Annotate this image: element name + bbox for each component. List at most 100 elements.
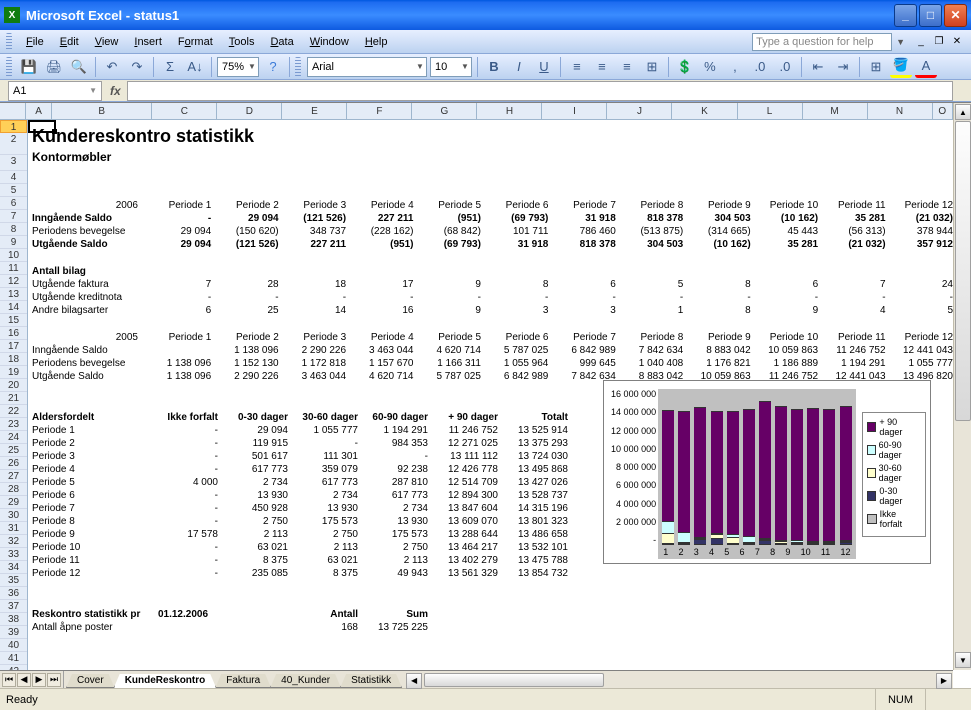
row-header[interactable]: 5 bbox=[0, 184, 27, 197]
row-header[interactable]: 26 bbox=[0, 457, 27, 470]
col-header-L[interactable]: L bbox=[738, 103, 803, 119]
sheet-tab[interactable]: 40_Kunder bbox=[270, 674, 341, 688]
bold-button[interactable]: B bbox=[483, 56, 505, 78]
sheet-tab[interactable]: KundeReskontro bbox=[114, 674, 217, 688]
col-header-A[interactable]: A bbox=[26, 103, 52, 119]
help-button[interactable]: ? bbox=[262, 56, 284, 78]
save-button[interactable]: 💾 bbox=[18, 56, 40, 78]
col-header-E[interactable]: E bbox=[282, 103, 347, 119]
redo-button[interactable]: ↷ bbox=[126, 56, 148, 78]
row-header[interactable]: 27 bbox=[0, 470, 27, 483]
row-header[interactable]: 15 bbox=[0, 314, 27, 327]
font-combo[interactable]: Arial▼ bbox=[307, 57, 427, 77]
sheet-tab[interactable]: Cover bbox=[66, 674, 115, 688]
close-button[interactable]: ✕ bbox=[944, 4, 967, 27]
row-header[interactable]: 6 bbox=[0, 197, 27, 210]
row-header[interactable]: 31 bbox=[0, 522, 27, 535]
row-header[interactable]: 3 bbox=[0, 155, 27, 171]
scroll-thumb[interactable] bbox=[955, 121, 971, 421]
menu-tools[interactable]: Tools bbox=[221, 33, 263, 51]
scroll-up-button[interactable]: ▲ bbox=[955, 104, 971, 120]
tab-prev-button[interactable]: ◀ bbox=[17, 673, 31, 687]
fx-button[interactable]: fx bbox=[110, 84, 121, 98]
doc-close-icon[interactable]: ✕ bbox=[949, 35, 965, 49]
comma-button[interactable]: , bbox=[724, 56, 746, 78]
row-header[interactable]: 25 bbox=[0, 444, 27, 457]
scroll-down-button[interactable]: ▼ bbox=[955, 652, 971, 668]
row-header[interactable]: 39 bbox=[0, 626, 27, 639]
sort-button[interactable]: A↓ bbox=[184, 56, 206, 78]
row-header[interactable]: 12 bbox=[0, 275, 27, 288]
row-header[interactable]: 19 bbox=[0, 366, 27, 379]
row-header[interactable]: 35 bbox=[0, 574, 27, 587]
tab-next-button[interactable]: ▶ bbox=[32, 673, 46, 687]
row-header[interactable]: 13 bbox=[0, 288, 27, 301]
row-header[interactable]: 23 bbox=[0, 418, 27, 431]
col-header-J[interactable]: J bbox=[607, 103, 672, 119]
col-header-B[interactable]: B bbox=[52, 103, 152, 119]
doc-restore-icon[interactable]: ❐ bbox=[931, 35, 947, 49]
col-header-F[interactable]: F bbox=[347, 103, 412, 119]
col-header-H[interactable]: H bbox=[477, 103, 542, 119]
borders-button[interactable]: ⊞ bbox=[865, 56, 887, 78]
autosum-button[interactable]: Σ bbox=[159, 56, 181, 78]
row-header[interactable]: 11 bbox=[0, 262, 27, 275]
vertical-scrollbar[interactable]: ▲ ▼ bbox=[953, 103, 971, 670]
minimize-button[interactable]: _ bbox=[894, 4, 917, 27]
fillcolor-button[interactable]: 🪣 bbox=[890, 56, 912, 78]
inc-decimal-button[interactable]: .0 bbox=[749, 56, 771, 78]
help-dropdown-icon[interactable]: ▼ bbox=[896, 37, 905, 47]
maximize-button[interactable]: □ bbox=[919, 4, 942, 27]
cells-grid[interactable]: Kundereskontro statistikk Kontormøbler 2… bbox=[28, 120, 953, 670]
row-header[interactable]: 29 bbox=[0, 496, 27, 509]
inc-indent-button[interactable]: ⇥ bbox=[832, 56, 854, 78]
col-header-I[interactable]: I bbox=[542, 103, 607, 119]
scroll-left-button[interactable]: ◀ bbox=[406, 673, 422, 689]
undo-button[interactable]: ↶ bbox=[101, 56, 123, 78]
menu-help[interactable]: Help bbox=[357, 33, 396, 51]
row-header[interactable]: 1 bbox=[0, 120, 27, 133]
grip-icon[interactable] bbox=[6, 57, 12, 77]
col-header-M[interactable]: M bbox=[803, 103, 868, 119]
row-header[interactable]: 34 bbox=[0, 561, 27, 574]
dec-decimal-button[interactable]: .0 bbox=[774, 56, 796, 78]
row-header[interactable]: 4 bbox=[0, 171, 27, 184]
row-header[interactable]: 32 bbox=[0, 535, 27, 548]
embedded-chart[interactable]: 16 000 00014 000 00012 000 00010 000 000… bbox=[603, 380, 931, 564]
col-header-G[interactable]: G bbox=[412, 103, 477, 119]
menu-file[interactable]: File bbox=[18, 33, 52, 51]
row-header[interactable]: 17 bbox=[0, 340, 27, 353]
fontcolor-button[interactable]: A bbox=[915, 56, 937, 78]
merge-button[interactable]: ⊞ bbox=[641, 56, 663, 78]
help-input[interactable] bbox=[752, 33, 892, 51]
row-header[interactable]: 18 bbox=[0, 353, 27, 366]
grip-icon[interactable] bbox=[295, 57, 301, 77]
row-header[interactable]: 14 bbox=[0, 301, 27, 314]
row-header[interactable]: 28 bbox=[0, 483, 27, 496]
menu-insert[interactable]: Insert bbox=[126, 33, 170, 51]
underline-button[interactable]: U bbox=[533, 56, 555, 78]
menu-edit[interactable]: Edit bbox=[52, 33, 87, 51]
align-right-button[interactable]: ≡ bbox=[616, 56, 638, 78]
menu-view[interactable]: View bbox=[87, 33, 127, 51]
percent-button[interactable]: % bbox=[699, 56, 721, 78]
row-header[interactable]: 37 bbox=[0, 600, 27, 613]
row-header[interactable]: 38 bbox=[0, 613, 27, 626]
align-left-button[interactable]: ≡ bbox=[566, 56, 588, 78]
scroll-right-button[interactable]: ▶ bbox=[936, 673, 952, 689]
row-header[interactable]: 22 bbox=[0, 405, 27, 418]
row-header[interactable]: 7 bbox=[0, 210, 27, 223]
row-header[interactable]: 2 bbox=[0, 133, 27, 155]
horizontal-scrollbar[interactable]: ◀ ▶ bbox=[405, 672, 953, 688]
fontsize-combo[interactable]: 10▼ bbox=[430, 57, 472, 77]
menu-format[interactable]: Format bbox=[170, 33, 221, 51]
zoom-combo[interactable]: 75%▼ bbox=[217, 57, 259, 77]
grip-icon[interactable] bbox=[6, 33, 12, 51]
row-header[interactable]: 9 bbox=[0, 236, 27, 249]
col-header-C[interactable]: C bbox=[152, 103, 217, 119]
row-header[interactable]: 16 bbox=[0, 327, 27, 340]
row-header[interactable]: 8 bbox=[0, 223, 27, 236]
sheet-tab[interactable]: Statistikk bbox=[340, 674, 402, 688]
col-header-D[interactable]: D bbox=[217, 103, 282, 119]
preview-button[interactable]: 🔍 bbox=[68, 56, 90, 78]
